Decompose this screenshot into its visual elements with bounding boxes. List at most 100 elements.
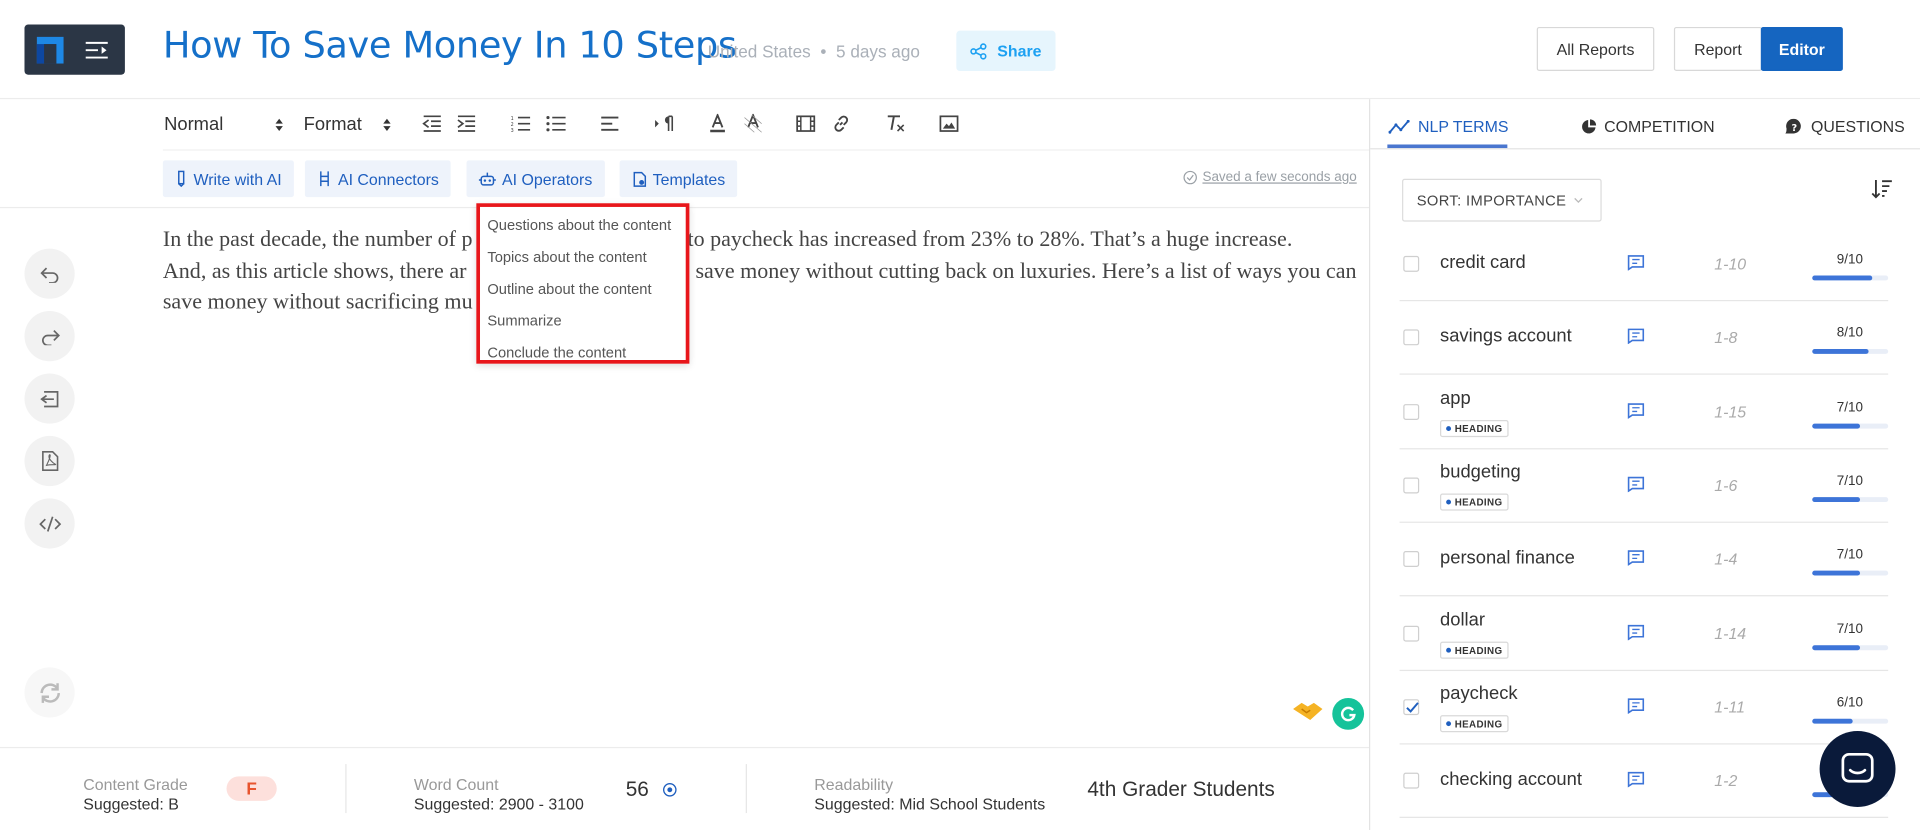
- term-label: paycheck: [1440, 683, 1518, 705]
- tab-questions[interactable]: ? QUESTIONS: [1784, 118, 1905, 136]
- code-icon: [38, 515, 61, 532]
- sort-label: SORT: IMPORTANCE: [1416, 191, 1567, 209]
- term-checkbox[interactable]: [1403, 699, 1420, 716]
- menu-item-topics[interactable]: Topics about the content: [480, 241, 686, 273]
- report-button[interactable]: Report: [1673, 26, 1763, 72]
- ai-operators-menu: Questions about the content Topics about…: [476, 203, 690, 364]
- comment-icon[interactable]: [1627, 328, 1645, 345]
- tab-label: COMPETITION: [1604, 117, 1715, 136]
- align-left-icon[interactable]: [596, 111, 623, 135]
- term-checkbox[interactable]: [1403, 625, 1420, 642]
- pdf-button[interactable]: [24, 435, 75, 487]
- svg-text:1: 1: [511, 116, 514, 122]
- share-button[interactable]: Share: [956, 30, 1056, 72]
- menu-item-questions[interactable]: Questions about the content: [480, 209, 686, 241]
- text-direction-icon[interactable]: [650, 111, 677, 135]
- template-icon: [633, 171, 647, 187]
- templates-button[interactable]: Templates: [619, 160, 738, 198]
- background-color-icon[interactable]: [740, 111, 767, 135]
- format-value: Format: [303, 113, 362, 135]
- menu-item-conclude[interactable]: Conclude the content: [480, 337, 686, 369]
- term-row[interactable]: credit card 1-10 9/10: [1399, 228, 1889, 302]
- tab-competition[interactable]: COMPETITION: [1581, 118, 1715, 136]
- saved-status-text: Saved a few seconds ago: [1202, 170, 1357, 185]
- app-logo-menu[interactable]: [24, 24, 125, 75]
- footer-divider: [345, 764, 347, 814]
- all-reports-button[interactable]: All Reports: [1536, 26, 1655, 72]
- editor-button[interactable]: Editor: [1760, 26, 1843, 72]
- menu-item-outline[interactable]: Outline about the content: [480, 273, 686, 305]
- age-label: 5 days ago: [836, 41, 920, 62]
- comment-icon[interactable]: [1627, 403, 1645, 419]
- readability-label: Readability: [814, 775, 894, 794]
- ordered-list-icon[interactable]: 123: [507, 111, 534, 135]
- term-checkbox[interactable]: [1403, 255, 1420, 272]
- term-checkbox[interactable]: [1403, 772, 1420, 789]
- grammarly-icon[interactable]: [1332, 697, 1365, 730]
- image-icon[interactable]: [936, 111, 963, 135]
- term-row[interactable]: dollar HEADING 1-14 7/10: [1399, 598, 1889, 672]
- heading-badge: HEADING: [1440, 641, 1509, 659]
- editor-content[interactable]: In the past decade, the number of p k to …: [163, 224, 1365, 318]
- video-icon[interactable]: [792, 111, 819, 135]
- menu-item-summarize[interactable]: Summarize: [480, 305, 686, 337]
- term-checkbox[interactable]: [1403, 477, 1420, 494]
- term-score: 7/10: [1836, 473, 1863, 489]
- comment-icon[interactable]: [1627, 624, 1645, 641]
- term-checkbox[interactable]: [1403, 329, 1420, 346]
- term-row[interactable]: paycheck HEADING 1-11 6/10: [1399, 671, 1889, 745]
- term-row[interactable]: personal finance 1-4 7/10: [1399, 523, 1889, 597]
- html-code-button[interactable]: [24, 498, 75, 549]
- comment-icon[interactable]: [1627, 771, 1645, 788]
- term-row[interactable]: savings account 1-8 8/10: [1399, 301, 1889, 375]
- comment-icon[interactable]: [1627, 255, 1645, 271]
- paragraph-style-select[interactable]: Normal: [164, 114, 284, 135]
- editor-text-segment: And, as this article shows, there ar: [162, 257, 467, 283]
- term-row[interactable]: budgeting HEADING 1-6 7/10: [1399, 449, 1889, 523]
- term-score-fill: [1812, 645, 1861, 651]
- term-score: 6/10: [1836, 695, 1863, 711]
- comment-icon[interactable]: [1627, 550, 1645, 566]
- term-score-bar: [1812, 348, 1889, 354]
- term-row[interactable]: app HEADING 1-15 7/10: [1399, 376, 1889, 450]
- target-icon[interactable]: [662, 782, 677, 797]
- outdent-icon[interactable]: [419, 111, 446, 135]
- sort-order-icon[interactable]: [1871, 179, 1893, 200]
- term-label: credit card: [1440, 252, 1526, 274]
- write-with-ai-button[interactable]: Write with AI: [162, 160, 294, 198]
- term-score: 7/10: [1836, 400, 1863, 416]
- term-label: app: [1440, 388, 1471, 409]
- export-button[interactable]: [24, 373, 75, 424]
- meta-separator: •: [820, 41, 827, 62]
- sort-select[interactable]: SORT: IMPORTANCE: [1402, 178, 1602, 222]
- refresh-button[interactable]: [24, 667, 75, 718]
- text-color-icon[interactable]: [704, 111, 731, 135]
- editor-text-segment: save money without sacrificing mu: [162, 288, 473, 314]
- trend-line-icon: [1388, 119, 1410, 134]
- term-row[interactable]: checking account 1-2: [1399, 744, 1889, 818]
- comment-icon[interactable]: [1627, 476, 1645, 493]
- term-label: checking account: [1440, 768, 1582, 790]
- clear-format-icon[interactable]: [882, 111, 909, 135]
- chat-icon: [1841, 752, 1874, 783]
- term-checkbox[interactable]: [1403, 551, 1420, 567]
- bullet-list-icon[interactable]: [542, 111, 569, 135]
- redo-button[interactable]: [24, 311, 75, 362]
- indent-icon[interactable]: [453, 111, 480, 135]
- link-icon[interactable]: [828, 111, 855, 135]
- term-checkbox[interactable]: [1403, 404, 1420, 421]
- handshake-icon[interactable]: [1292, 698, 1324, 725]
- paragraph-style-value: Normal: [164, 113, 224, 135]
- tab-nlp-terms[interactable]: NLP TERMS: [1388, 118, 1509, 136]
- term-score: 8/10: [1836, 325, 1863, 341]
- svg-text:?: ?: [1791, 123, 1797, 134]
- undo-button[interactable]: [24, 248, 75, 299]
- heading-badge: HEADING: [1440, 420, 1509, 438]
- footer-divider: [745, 764, 747, 814]
- ai-operators-button[interactable]: AI Operators: [466, 160, 605, 198]
- chat-launcher-button[interactable]: [1819, 731, 1896, 807]
- term-score-bar: [1812, 497, 1889, 503]
- ai-connectors-button[interactable]: AI Connectors: [304, 160, 452, 198]
- format-select[interactable]: Format: [304, 114, 392, 135]
- comment-icon[interactable]: [1627, 698, 1645, 714]
